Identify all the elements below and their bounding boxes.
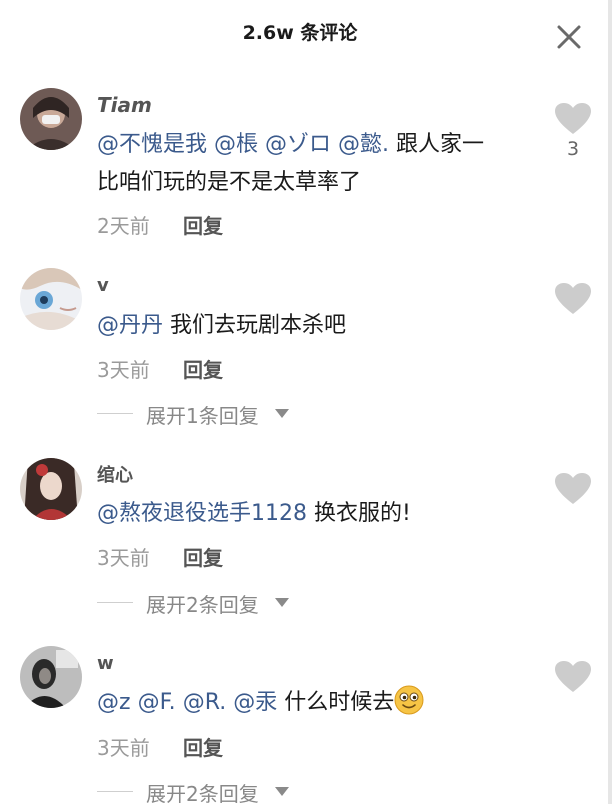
like-heart-icon[interactable] xyxy=(554,282,592,316)
comment-time: 3天前 xyxy=(97,546,150,570)
comments-header: 2.6w 条评论 xyxy=(0,0,612,62)
divider xyxy=(97,602,133,603)
comment-time: 3天前 xyxy=(97,358,150,382)
mention-link[interactable]: @懿. xyxy=(338,132,389,157)
mention-link[interactable]: @R. xyxy=(183,690,227,715)
comment-count-title: 2.6w 条评论 xyxy=(242,22,358,44)
like-heart-icon[interactable] xyxy=(554,102,592,136)
expand-replies-label: 展开2条回复 xyxy=(146,782,259,804)
avatar[interactable] xyxy=(20,88,82,150)
like-count: 3 xyxy=(566,138,580,160)
smiling-face-emoji-icon xyxy=(394,685,424,715)
comment-username[interactable]: 绾心 xyxy=(97,461,133,487)
comment-text: @熬夜退役选手1128 换衣服的! xyxy=(97,495,547,533)
reply-button[interactable]: 回复 xyxy=(183,210,223,239)
avatar[interactable] xyxy=(20,458,82,520)
mention-link[interactable]: @不愧是我 xyxy=(97,132,207,157)
mention-link[interactable]: @汞 xyxy=(233,690,277,715)
expand-replies-button[interactable]: 展开1条回复 xyxy=(97,400,297,428)
mention-link[interactable]: @棖 xyxy=(214,132,258,157)
comment-text-segment: 比咱们玩的是不是太草率了 xyxy=(97,170,362,195)
comment-text-segment: 我们去玩剧本杀吧 xyxy=(170,313,347,338)
close-icon[interactable] xyxy=(552,22,586,52)
divider xyxy=(97,791,133,792)
caret-down-icon xyxy=(275,409,289,418)
comment-username[interactable]: w xyxy=(97,653,114,674)
divider xyxy=(97,413,133,414)
comment-username[interactable]: v xyxy=(97,275,109,296)
mention-link[interactable]: @ゾロ xyxy=(265,132,331,157)
expand-replies-label: 展开2条回复 xyxy=(146,593,259,617)
like-heart-icon[interactable] xyxy=(554,472,592,506)
caret-down-icon xyxy=(275,787,289,796)
mention-link[interactable]: @z xyxy=(97,690,131,715)
comment-time: 3天前 xyxy=(97,736,150,760)
mention-link[interactable]: @丹丹 xyxy=(97,313,163,338)
avatar[interactable] xyxy=(20,646,82,708)
like-heart-icon[interactable] xyxy=(554,660,592,694)
mention-link[interactable]: @熬夜退役选手1128 xyxy=(97,501,307,526)
scrollbar-track xyxy=(608,0,612,804)
comment-text-segment: 跟人家一 xyxy=(396,132,485,157)
comment-text-segment: 什么时候去 xyxy=(284,690,395,715)
caret-down-icon xyxy=(275,598,289,607)
comment-text-segment: 换衣服的! xyxy=(314,501,411,526)
avatar[interactable] xyxy=(20,268,82,330)
comment-time: 2天前 xyxy=(97,214,150,238)
reply-button[interactable]: 回复 xyxy=(183,732,223,761)
expand-replies-button[interactable]: 展开2条回复 xyxy=(97,589,297,617)
comment-text: @丹丹 我们去玩剧本杀吧 xyxy=(97,307,547,345)
expand-replies-label: 展开1条回复 xyxy=(146,404,259,428)
mention-link[interactable]: @F. xyxy=(138,690,176,715)
reply-button[interactable]: 回复 xyxy=(183,542,223,571)
comment-username[interactable]: Tiam xyxy=(97,93,152,117)
expand-replies-button[interactable]: 展开2条回复 xyxy=(97,778,297,804)
reply-button[interactable]: 回复 xyxy=(183,354,223,383)
comment-text: @z @F. @R. @汞 什么时候去 xyxy=(97,684,547,722)
comment-text: @不愧是我 @棖 @ゾロ @懿. 跟人家一 比咱们玩的是不是太草率了 xyxy=(97,126,547,202)
